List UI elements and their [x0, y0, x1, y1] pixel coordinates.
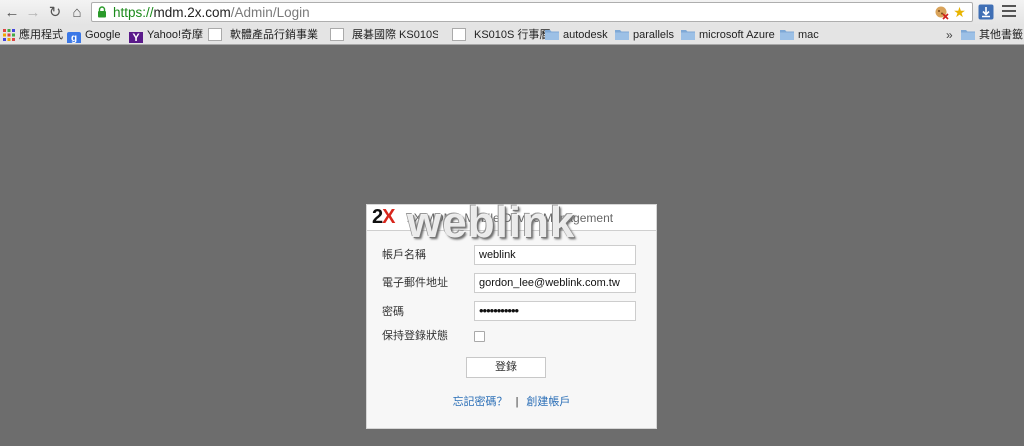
- bookmarks-bar: 應用程式 gGoogle YYahoo!奇摩 軟體產品行銷事業處KS 展碁國際 …: [0, 25, 1024, 45]
- bookmark-yahoo[interactable]: Y Yahoo!奇摩: [129, 27, 203, 43]
- folder-icon: [780, 30, 794, 40]
- browser-toolbar: ← → ↻ ⌂ https://mdm.2x.com/Admin/Login ★: [0, 0, 1024, 25]
- bookmark-ks010s-calendar[interactable]: KS010S 行事曆: [452, 27, 550, 43]
- bookmarks-overflow-icon[interactable]: »: [946, 27, 953, 43]
- bookmark-google[interactable]: g Google: [67, 27, 120, 43]
- url-text: https://mdm.2x.com/Admin/Login: [113, 5, 310, 20]
- yahoo-icon: Y: [129, 32, 143, 43]
- login-card: 2X 2X MDM - Mobile Device Management web…: [366, 198, 657, 429]
- menu-icon[interactable]: [1002, 5, 1016, 19]
- apps-grid-icon: [3, 29, 15, 41]
- remember-me-label: 保持登錄狀態: [382, 330, 448, 342]
- bookmark-star-icon[interactable]: ★: [952, 5, 967, 20]
- folder-icon: [545, 30, 559, 40]
- folder-icon: [615, 30, 629, 40]
- account-links: 忘記密碼？ | 創建帳戶: [367, 395, 656, 409]
- cookie-blocked-icon[interactable]: [934, 5, 949, 20]
- reload-icon[interactable]: ↻: [46, 3, 64, 22]
- lock-icon: [97, 6, 107, 18]
- forward-arrow-icon[interactable]: →: [24, 3, 42, 22]
- remember-me-checkbox[interactable]: [474, 331, 485, 342]
- page-icon: [452, 28, 466, 41]
- login-header: 2X 2X MDM - Mobile Device Management web…: [367, 198, 656, 247]
- folder-icon: [961, 30, 975, 40]
- page-icon: [330, 28, 344, 41]
- create-account-link[interactable]: 創建帳戶: [526, 396, 570, 408]
- address-bar[interactable]: https://mdm.2x.com/Admin/Login ★: [91, 2, 973, 22]
- forgot-password-link[interactable]: 忘記密碼？: [453, 396, 508, 408]
- google-icon: g: [67, 32, 81, 43]
- bookmark-apps[interactable]: 應用程式: [3, 27, 63, 43]
- bookmark-software-dept[interactable]: 軟體產品行銷事業處KS: [208, 27, 318, 43]
- username-input[interactable]: weblink: [474, 245, 636, 265]
- home-icon[interactable]: ⌂: [68, 3, 86, 22]
- bookmark-folder-other[interactable]: 其他書籤: [961, 27, 1023, 43]
- password-input[interactable]: •••••••••••: [474, 301, 636, 321]
- page-icon: [208, 28, 222, 41]
- folder-icon: [681, 30, 695, 40]
- weblink-watermark: weblink: [407, 198, 576, 247]
- login-button[interactable]: 登錄: [466, 357, 546, 378]
- bookmark-folder-azure[interactable]: microsoft Azure: [681, 27, 775, 43]
- email-input[interactable]: gordon_lee@weblink.com.tw: [474, 273, 636, 293]
- back-arrow-icon[interactable]: ←: [3, 3, 21, 22]
- bookmark-folder-mac[interactable]: mac: [780, 27, 819, 43]
- 2x-logo: 2X: [372, 206, 395, 228]
- link-separator: |: [515, 396, 519, 408]
- bookmark-folder-parallels[interactable]: parallels: [615, 27, 674, 43]
- bookmark-folder-autodesk[interactable]: autodesk: [545, 27, 608, 43]
- bookmark-ks010s-kb[interactable]: 展碁國際 KS010S KB: [330, 27, 438, 43]
- username-label: 帳戶名稱: [382, 249, 426, 261]
- email-label: 電子郵件地址: [382, 277, 448, 289]
- password-label: 密碼: [382, 306, 404, 318]
- download-extension-icon[interactable]: [978, 4, 994, 20]
